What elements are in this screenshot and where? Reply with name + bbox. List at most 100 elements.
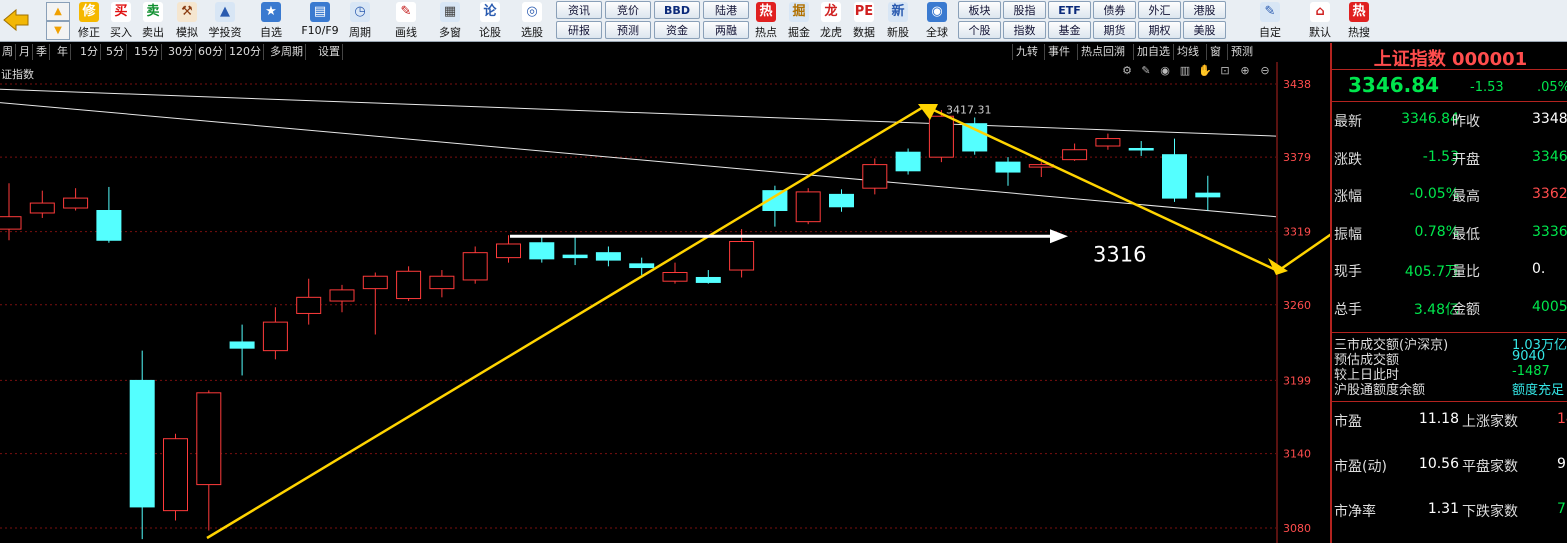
- ipo-button[interactable]: 新新股: [882, 0, 914, 42]
- f10-button[interactable]: ▤ F10/F9: [296, 0, 344, 42]
- hot-search-button[interactable]: 热热搜: [1342, 0, 1376, 42]
- fix-button[interactable]: 修修正: [74, 0, 104, 42]
- dragon-tiger-button[interactable]: 龙龙虎: [816, 0, 846, 42]
- market-button-0[interactable]: 板块: [958, 1, 1001, 19]
- period-tab-1[interactable]: 月: [17, 44, 33, 60]
- period-tab-9[interactable]: 120分: [227, 44, 264, 60]
- quote-value: 0.: [1532, 261, 1546, 277]
- scroll-down-button[interactable]: ▼: [46, 21, 70, 40]
- stat-value: 1.31: [1427, 501, 1459, 517]
- hotspot-button[interactable]: 热热点: [750, 0, 782, 42]
- global-icon: ◉: [927, 2, 947, 22]
- chart-option-1[interactable]: 事件: [1044, 44, 1073, 60]
- market-button-9[interactable]: 期货: [1093, 21, 1136, 39]
- chart-option-2[interactable]: 热点回溯: [1077, 44, 1128, 60]
- chart-option-4[interactable]: 均线: [1173, 44, 1202, 60]
- candle-body: [229, 341, 255, 349]
- data-button[interactable]: PE 数据: [848, 0, 880, 42]
- customize-button[interactable]: ✎ 自定: [1252, 0, 1288, 42]
- multi-window-button[interactable]: ▦ 多窗: [430, 0, 470, 42]
- market-button-2[interactable]: ETF: [1048, 1, 1091, 19]
- period-tab-4[interactable]: 1分: [78, 44, 101, 60]
- quote-value: 3346.84: [1401, 111, 1459, 127]
- candle-body: [629, 263, 655, 269]
- fix-label: 修正: [78, 26, 100, 39]
- candle-body: [396, 270, 422, 300]
- quick-button-0[interactable]: 资讯: [556, 1, 602, 19]
- market-button-10[interactable]: 期权: [1138, 21, 1181, 39]
- quote-value: 405.7万: [1404, 264, 1459, 280]
- back-icon[interactable]: [2, 8, 30, 32]
- turnover-value: 额度充足: [1512, 383, 1565, 398]
- candle-body: [1095, 138, 1121, 147]
- quick-button-3[interactable]: 陆港: [703, 1, 749, 19]
- f10-label: F10/F9: [301, 24, 339, 37]
- screener-button[interactable]: ◎ 选股: [510, 0, 554, 42]
- period-tab-8[interactable]: 60分: [196, 44, 226, 60]
- stat-value: 11.18: [1418, 411, 1459, 427]
- market-button-5[interactable]: 港股: [1183, 1, 1226, 19]
- quick-button-6[interactable]: 资金: [654, 21, 700, 39]
- stat-label: 下跌家数: [1462, 504, 1518, 520]
- quote-value: 3336.: [1532, 223, 1567, 240]
- market-button-4[interactable]: 外汇: [1138, 1, 1181, 19]
- quick-button-4[interactable]: 研报: [556, 21, 602, 39]
- period-tab-7[interactable]: 30分: [166, 44, 196, 60]
- main-toolbar: ▲ ▼ 修修正买买入卖卖出 ⚒ 模拟 ▲ 学投资 ★ 自选 ▤ F10/F9 ◷ 周期 ✎ 画线 ▦ 多窗论…: [0, 0, 1567, 42]
- quote-label: 最新: [1334, 114, 1362, 130]
- scroll-up-button[interactable]: ▲: [46, 2, 70, 21]
- period-tab-11[interactable]: 设置: [316, 44, 343, 60]
- watchlist-button[interactable]: ★ 自选: [250, 0, 292, 42]
- chart-option-6[interactable]: 预测: [1227, 44, 1256, 60]
- period-tab-10[interactable]: 多周期: [268, 44, 306, 60]
- chart-option-0[interactable]: 九转: [1012, 44, 1041, 60]
- period-label: 周期: [349, 26, 371, 39]
- candle-body: [329, 289, 355, 302]
- chart-option-5[interactable]: 窗: [1206, 44, 1224, 60]
- multi-window-icon: ▦: [440, 2, 460, 22]
- forum-button[interactable]: 论论股: [474, 0, 506, 42]
- period-tab-6[interactable]: 15分: [132, 44, 162, 60]
- chart-option-3[interactable]: 加自选: [1133, 44, 1173, 60]
- market-button-11[interactable]: 美股: [1183, 21, 1226, 39]
- candle-body: [462, 252, 488, 281]
- learn-button[interactable]: ▲ 学投资: [206, 0, 244, 42]
- trend-line-upper: [0, 88, 1277, 137]
- global-button[interactable]: ◉ 全球: [916, 0, 958, 42]
- default-button[interactable]: ⌂ 默认: [1300, 0, 1340, 42]
- period-button[interactable]: ◷ 周期: [340, 0, 380, 42]
- ipo-label: 新股: [887, 26, 909, 39]
- dig-button[interactable]: 掘掘金: [784, 0, 814, 42]
- quick-button-5[interactable]: 预测: [605, 21, 651, 39]
- quick-button-2[interactable]: BBD: [654, 1, 700, 19]
- candle-body: [662, 272, 688, 282]
- simulate-icon: ⚒: [177, 2, 197, 22]
- period-tab-5[interactable]: 5分: [104, 44, 127, 60]
- stat-label: 市盈(动): [1334, 459, 1387, 475]
- quick-button-1[interactable]: 竞价: [605, 1, 651, 19]
- market-button-3[interactable]: 债券: [1093, 1, 1136, 19]
- period-tab-3[interactable]: 年: [55, 44, 71, 60]
- sell-button[interactable]: 卖卖出: [138, 0, 168, 42]
- candle-body: [96, 210, 122, 241]
- hot-search-icon: 热: [1349, 2, 1369, 22]
- market-button-8[interactable]: 基金: [1048, 21, 1091, 39]
- simulate-button[interactable]: ⚒ 模拟: [170, 0, 204, 42]
- quote-value: 3348.: [1532, 111, 1567, 127]
- period-tab-0[interactable]: 周: [0, 44, 16, 60]
- period-icon: ◷: [350, 2, 370, 22]
- stat-label: 市净率: [1334, 504, 1376, 520]
- draw-button[interactable]: ✎ 画线: [384, 0, 428, 42]
- default-label: 默认: [1309, 26, 1331, 39]
- market-button-6[interactable]: 个股: [958, 21, 1001, 39]
- dragon-tiger-label: 龙虎: [820, 26, 842, 39]
- kline-chart[interactable]: 3438 3379 3319 3260 3199 3140 3080 3417.31 3316: [0, 62, 1330, 543]
- market-button-7[interactable]: 指数: [1003, 21, 1046, 39]
- quote-label: 量比: [1452, 264, 1480, 280]
- market-button-1[interactable]: 股指: [1003, 1, 1046, 19]
- quick-button-7[interactable]: 两融: [703, 21, 749, 39]
- candle-body: [995, 161, 1021, 173]
- candle-body: [362, 275, 388, 290]
- period-tab-2[interactable]: 季: [34, 44, 50, 60]
- buy-button[interactable]: 买买入: [106, 0, 136, 42]
